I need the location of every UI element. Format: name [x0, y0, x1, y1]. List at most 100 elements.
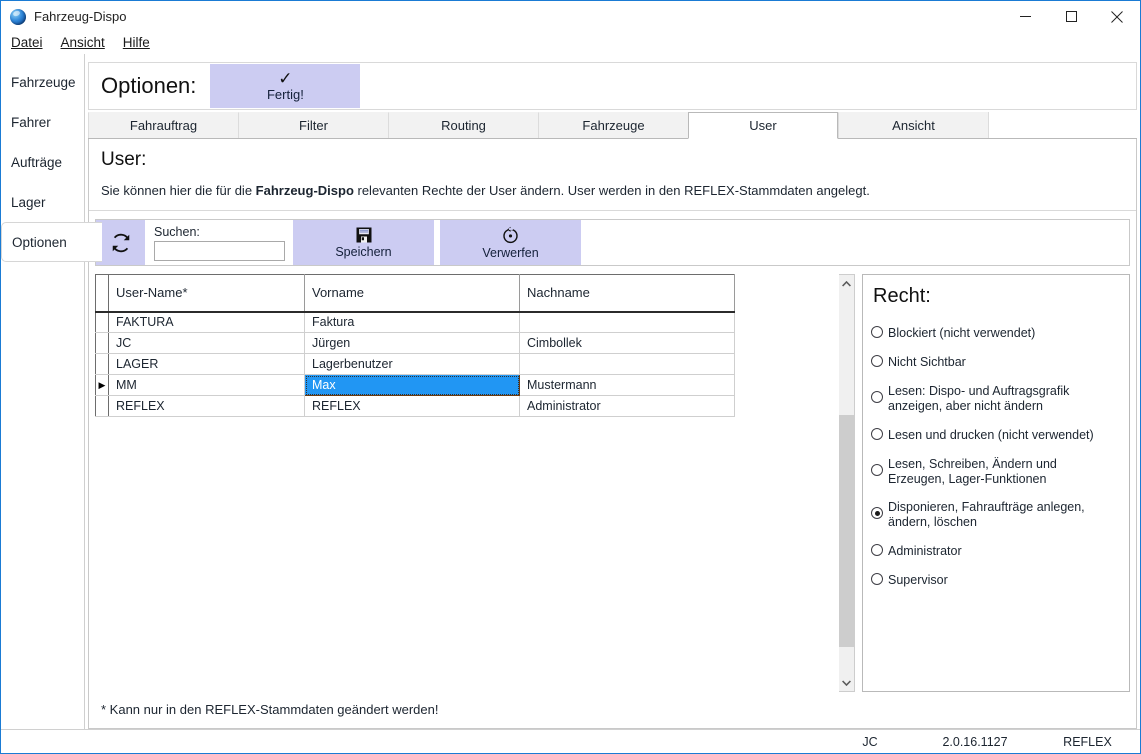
discard-button[interactable]: Verwerfen	[440, 220, 581, 265]
check-icon: ✓	[278, 68, 293, 88]
row-selector[interactable]	[95, 353, 109, 375]
radio-option-lesen-dispo[interactable]: Lesen: Dispo- und Auftragsgrafik anzeige…	[871, 384, 1129, 414]
table-row[interactable]: LAGER Lagerbenutzer	[95, 353, 735, 375]
search-label: Suchen:	[154, 224, 200, 239]
table-row-selected[interactable]: ▶ MM Max Mustermann	[95, 374, 735, 396]
tab-bar-filler	[988, 112, 1137, 138]
sidebar-item-fahrer[interactable]: Fahrer	[1, 102, 84, 142]
cell-nachname[interactable]: Mustermann	[519, 374, 735, 396]
column-header-nachname[interactable]: Nachname	[519, 274, 735, 313]
cell-vorname[interactable]: Lagerbenutzer	[304, 353, 520, 375]
search-input[interactable]	[154, 240, 285, 261]
menu-item-hilfe-label: Hilfe	[122, 35, 150, 50]
discard-button-label: Verwerfen	[482, 245, 539, 260]
tab-ansicht[interactable]: Ansicht	[838, 112, 988, 138]
row-selector-current[interactable]: ▶	[95, 374, 109, 396]
radio-circle[interactable]	[871, 428, 883, 440]
user-grid[interactable]: User-Name* Vorname Nachname FAKTURA Fakt…	[95, 274, 735, 417]
status-user: JC	[862, 734, 878, 749]
cell-nachname[interactable]	[519, 353, 735, 375]
table-row[interactable]: REFLEX REFLEX Administrator	[95, 395, 735, 417]
sidebar: Fahrzeuge Fahrer Aufträge Lager Optionen	[1, 54, 102, 729]
menu-bar: Datei Ansicht Hilfe	[1, 32, 1140, 54]
scrollbar-track[interactable]	[839, 292, 854, 674]
menu-item-ansicht[interactable]: Ansicht	[61, 35, 105, 50]
radio-option-blockiert[interactable]: Blockiert (nicht verwendet)	[871, 326, 1129, 341]
row-selector[interactable]	[95, 395, 109, 417]
menu-item-hilfe[interactable]: Hilfe	[123, 35, 150, 50]
refresh-icon	[112, 233, 129, 252]
chevron-up-icon[interactable]	[839, 275, 854, 292]
radio-option-lesen-schreiben[interactable]: Lesen, Schreiben, Ändern und Erzeugen, L…	[871, 457, 1129, 487]
floppy-disk-icon	[356, 227, 371, 243]
radio-circle[interactable]	[871, 544, 883, 556]
radio-option-administrator[interactable]: Administrator	[871, 544, 1129, 559]
radio-circle-selected[interactable]	[871, 507, 883, 519]
sidebar-item-optionen[interactable]: Optionen	[1, 222, 102, 262]
tab-filter[interactable]: Filter	[238, 112, 388, 138]
sidebar-item-auftraege[interactable]: Aufträge	[1, 142, 84, 182]
radio-option-supervisor[interactable]: Supervisor	[871, 573, 1129, 588]
radio-circle[interactable]	[871, 464, 883, 476]
tab-user[interactable]: User	[688, 112, 838, 139]
cell-vorname-selected[interactable]: Max	[304, 374, 520, 396]
table-row[interactable]: FAKTURA Faktura	[95, 311, 735, 333]
sidebar-item-lager[interactable]: Lager	[1, 182, 84, 222]
minimize-icon[interactable]	[1002, 1, 1048, 32]
user-panel: User: Sie können hier die für die Fahrze…	[88, 139, 1137, 729]
cell-vorname[interactable]: Jürgen	[304, 332, 520, 354]
save-button[interactable]: Speichern	[293, 220, 434, 265]
cell-nachname[interactable]: Administrator	[519, 395, 735, 417]
refresh-button[interactable]	[96, 220, 145, 265]
grid-vertical-scrollbar[interactable]	[839, 274, 855, 692]
cell-nachname[interactable]: Cimbollek	[519, 332, 735, 354]
row-selector[interactable]	[95, 332, 109, 354]
menu-item-ansicht-label: Ansicht	[60, 35, 105, 50]
radio-label: Lesen, Schreiben, Ändern und Erzeugen, L…	[888, 457, 1057, 486]
tab-fahrzeuge[interactable]: Fahrzeuge	[538, 112, 688, 138]
rights-title: Recht:	[873, 285, 931, 307]
scrollbar-thumb[interactable]	[839, 415, 854, 647]
radio-option-disponieren[interactable]: Disponieren, Fahraufträge anlegen, änder…	[871, 500, 1129, 530]
cell-user-name[interactable]: FAKTURA	[108, 311, 305, 333]
radio-option-nicht-sichtbar[interactable]: Nicht Sichtbar	[871, 355, 1129, 370]
menu-item-datei[interactable]: Datei	[11, 35, 43, 50]
undo-icon	[503, 226, 518, 243]
cell-user-name[interactable]: MM	[108, 374, 305, 396]
radio-circle[interactable]	[871, 391, 883, 403]
cell-nachname[interactable]	[519, 311, 735, 333]
tab-routing[interactable]: Routing	[388, 112, 538, 138]
menu-item-datei-label: Datei	[11, 35, 43, 50]
table-row[interactable]: JC Jürgen Cimbollek	[95, 332, 735, 354]
row-selector[interactable]	[95, 311, 109, 333]
column-header-vorname[interactable]: Vorname	[304, 274, 520, 313]
panel-description-post: relevanten Rechte der User ändern. User …	[353, 183, 870, 198]
cell-user-name[interactable]: LAGER	[108, 353, 305, 375]
fertig-button-label: Fertig!	[266, 86, 304, 102]
cell-user-name[interactable]: JC	[108, 332, 305, 354]
close-icon[interactable]	[1094, 1, 1140, 32]
radio-circle[interactable]	[871, 355, 883, 367]
search-group: Suchen:	[145, 220, 293, 265]
radio-label: Nicht Sichtbar	[888, 355, 966, 369]
tab-fahrauftrag[interactable]: Fahrauftrag	[88, 112, 238, 138]
radio-circle[interactable]	[871, 326, 883, 338]
sidebar-item-optionen-label: Optionen	[12, 234, 67, 250]
window-controls	[1002, 1, 1140, 32]
main-area: User-Name* Vorname Nachname FAKTURA Fakt…	[89, 266, 1136, 692]
fertig-button[interactable]: ✓ Fertig!	[210, 64, 361, 108]
cell-vorname[interactable]: REFLEX	[304, 395, 520, 417]
sidebar-item-lager-label: Lager	[11, 194, 46, 210]
chevron-down-icon[interactable]	[839, 674, 854, 691]
column-header-user-name[interactable]: User-Name*	[108, 274, 305, 313]
application-window: Fahrzeug-Dispo Datei Ansicht Hilfe Fahrz…	[0, 0, 1141, 754]
radio-label: Supervisor	[888, 573, 948, 587]
sidebar-item-fahrzeuge[interactable]: Fahrzeuge	[1, 62, 84, 102]
cell-user-name[interactable]: REFLEX	[108, 395, 305, 417]
radio-option-lesen-drucken[interactable]: Lesen und drucken (nicht verwendet)	[871, 428, 1129, 443]
radio-circle[interactable]	[871, 573, 883, 585]
tab-filter-label: Filter	[299, 118, 328, 133]
tab-fahrauftrag-label: Fahrauftrag	[129, 118, 198, 133]
maximize-icon[interactable]	[1048, 1, 1094, 32]
cell-vorname[interactable]: Faktura	[304, 311, 520, 333]
